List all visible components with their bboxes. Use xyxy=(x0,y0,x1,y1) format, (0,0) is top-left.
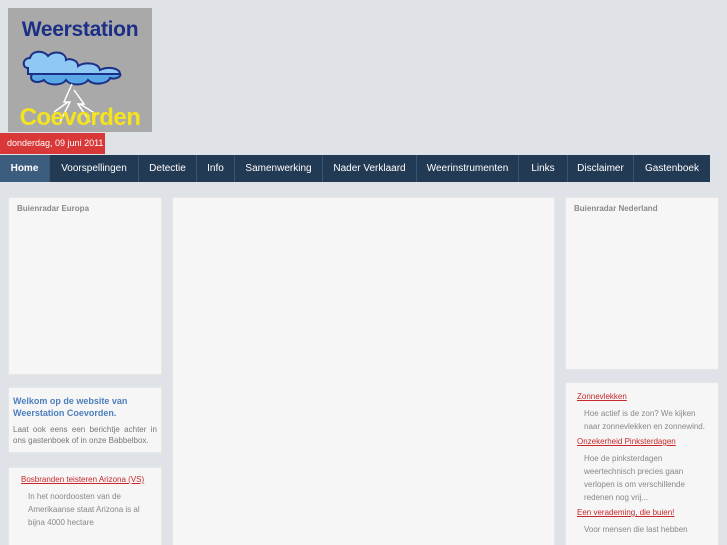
nav-item-voorspellingen[interactable]: Voorspellingen xyxy=(50,155,139,182)
nav-item-gastenboek[interactable]: Gastenboek xyxy=(634,155,710,182)
nav-item-weerinstrumenten[interactable]: Weerinstrumenten xyxy=(417,155,519,182)
nav-item-disclaimer[interactable]: Disclaimer xyxy=(568,155,634,182)
nav-item-detectie[interactable]: Detectie xyxy=(139,155,197,182)
nav-item-info[interactable]: Info xyxy=(197,155,235,182)
article-summary: Hoe de pinksterdagen weertechnisch preci… xyxy=(584,454,685,502)
welcome-title: Welkom op de website van Weerstation Coe… xyxy=(13,396,128,418)
news-link-arizona[interactable]: Bosbranden teisteren Arizona (VS) xyxy=(21,474,151,486)
site-logo[interactable]: Weerstation Coevorden xyxy=(8,8,152,132)
main-content-panel xyxy=(172,197,555,545)
news-summary: In het noordoosten van de Amerikaanse st… xyxy=(28,492,140,527)
welcome-text: Laat ook eens een berichtje achter in on… xyxy=(13,425,157,445)
article-summary: Hoe actief is de zon? We kijken naar zon… xyxy=(584,409,705,431)
radar-netherlands-panel: Buienradar Nederland xyxy=(565,197,719,370)
current-date: donderdag, 09 juni 2011 xyxy=(0,133,105,154)
logo-title: Weerstation xyxy=(21,18,139,41)
nav-item-home[interactable]: Home xyxy=(0,155,50,182)
radar-europe-panel: Buienradar Europa xyxy=(8,197,162,375)
radar-europe-title: Buienradar Europa xyxy=(17,204,90,213)
article-summary: Voor mensen die last hebben xyxy=(584,525,688,534)
article-link-pinksterdagen[interactable]: Onzekerheid Pinksterdagen xyxy=(577,436,712,448)
nav-item-nader-verklaard[interactable]: Nader Verklaard xyxy=(323,155,417,182)
main-nav: Home Voorspellingen Detectie Info Samenw… xyxy=(0,155,710,182)
nav-item-samenwerking[interactable]: Samenwerking xyxy=(235,155,323,182)
radar-netherlands-title: Buienradar Nederland xyxy=(574,204,658,213)
news-panel: Bosbranden teisteren Arizona (VS) In het… xyxy=(8,467,162,545)
welcome-panel: Welkom op de website van Weerstation Coe… xyxy=(8,387,162,453)
article-link-buien[interactable]: Een verademing, die buien! xyxy=(577,507,712,519)
articles-panel: Zonnevlekken Hoe actief is de zon? We ki… xyxy=(565,382,719,545)
nav-item-links[interactable]: Links xyxy=(519,155,568,182)
article-link-zonnevlekken[interactable]: Zonnevlekken xyxy=(577,391,712,403)
logo-subtitle: Coevorden xyxy=(19,104,141,131)
